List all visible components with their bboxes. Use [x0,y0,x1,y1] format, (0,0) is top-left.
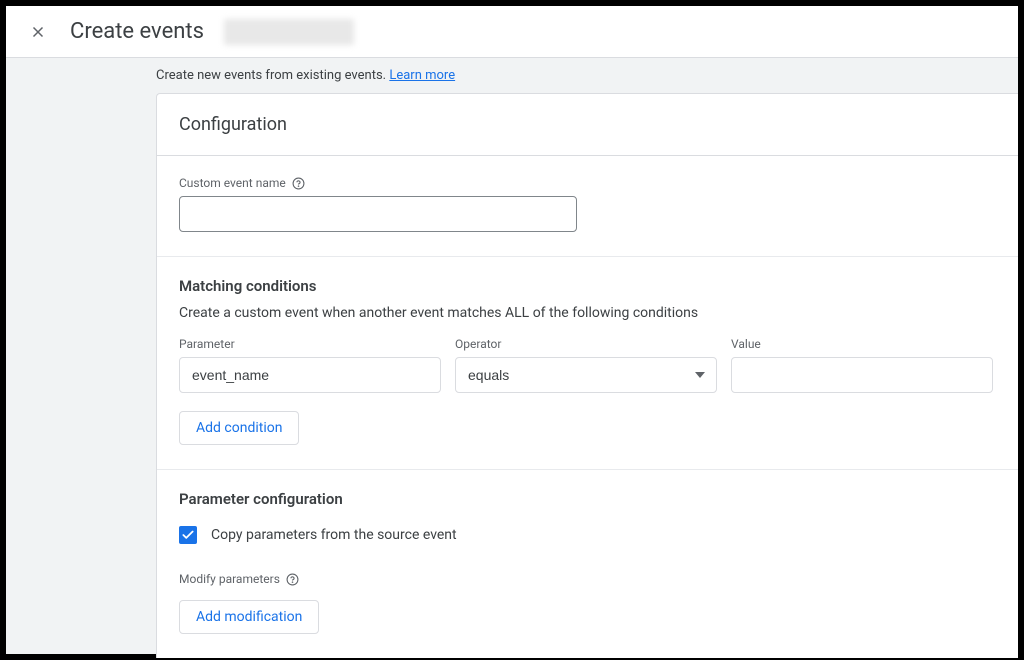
operator-column: Operator equals [455,337,717,393]
parameter-config-section: Parameter configuration Copy parameters … [157,470,1018,658]
header-bar: Create events [6,6,1018,58]
help-icon[interactable] [286,573,299,586]
panel-title: Configuration [179,114,996,135]
matching-conditions-section: Matching conditions Create a custom even… [157,257,1018,470]
copy-params-row: Copy parameters from the source event [179,526,996,544]
custom-event-label-text: Custom event name [179,176,286,190]
matching-desc: Create a custom event when another event… [179,305,996,321]
help-icon[interactable] [292,177,305,190]
custom-event-label: Custom event name [179,176,996,190]
param-config-title: Parameter configuration [179,490,996,508]
page-title: Create events [70,19,204,44]
value-input[interactable] [731,357,993,393]
check-icon [181,528,195,542]
panel-header: Configuration [157,94,1018,156]
custom-event-section: Custom event name [157,156,1018,257]
custom-event-name-input[interactable] [179,196,577,232]
close-button[interactable] [26,20,50,44]
operator-select[interactable]: equals [455,357,717,393]
subheader-text: Create new events from existing events. [156,68,389,83]
learn-more-link[interactable]: Learn more [389,68,455,83]
condition-row: Parameter Operator equals Value [179,337,996,393]
parameter-column: Parameter [179,337,441,393]
value-label: Value [731,337,993,351]
parameter-label: Parameter [179,337,441,351]
copy-params-label: Copy parameters from the source event [211,527,457,543]
add-modification-button[interactable]: Add modification [179,600,319,634]
header-redacted [224,19,354,45]
modify-params-text: Modify parameters [179,572,280,586]
copy-params-checkbox[interactable] [179,526,197,544]
matching-title: Matching conditions [179,277,996,295]
add-condition-button[interactable]: Add condition [179,411,299,445]
modify-params-label: Modify parameters [179,572,996,586]
config-panel: Configuration Custom event name Matching… [156,93,1018,658]
subheader: Create new events from existing events. … [6,58,1018,93]
parameter-input[interactable] [179,357,441,393]
close-icon [29,23,47,41]
operator-label: Operator [455,337,717,351]
value-column: Value [731,337,993,393]
